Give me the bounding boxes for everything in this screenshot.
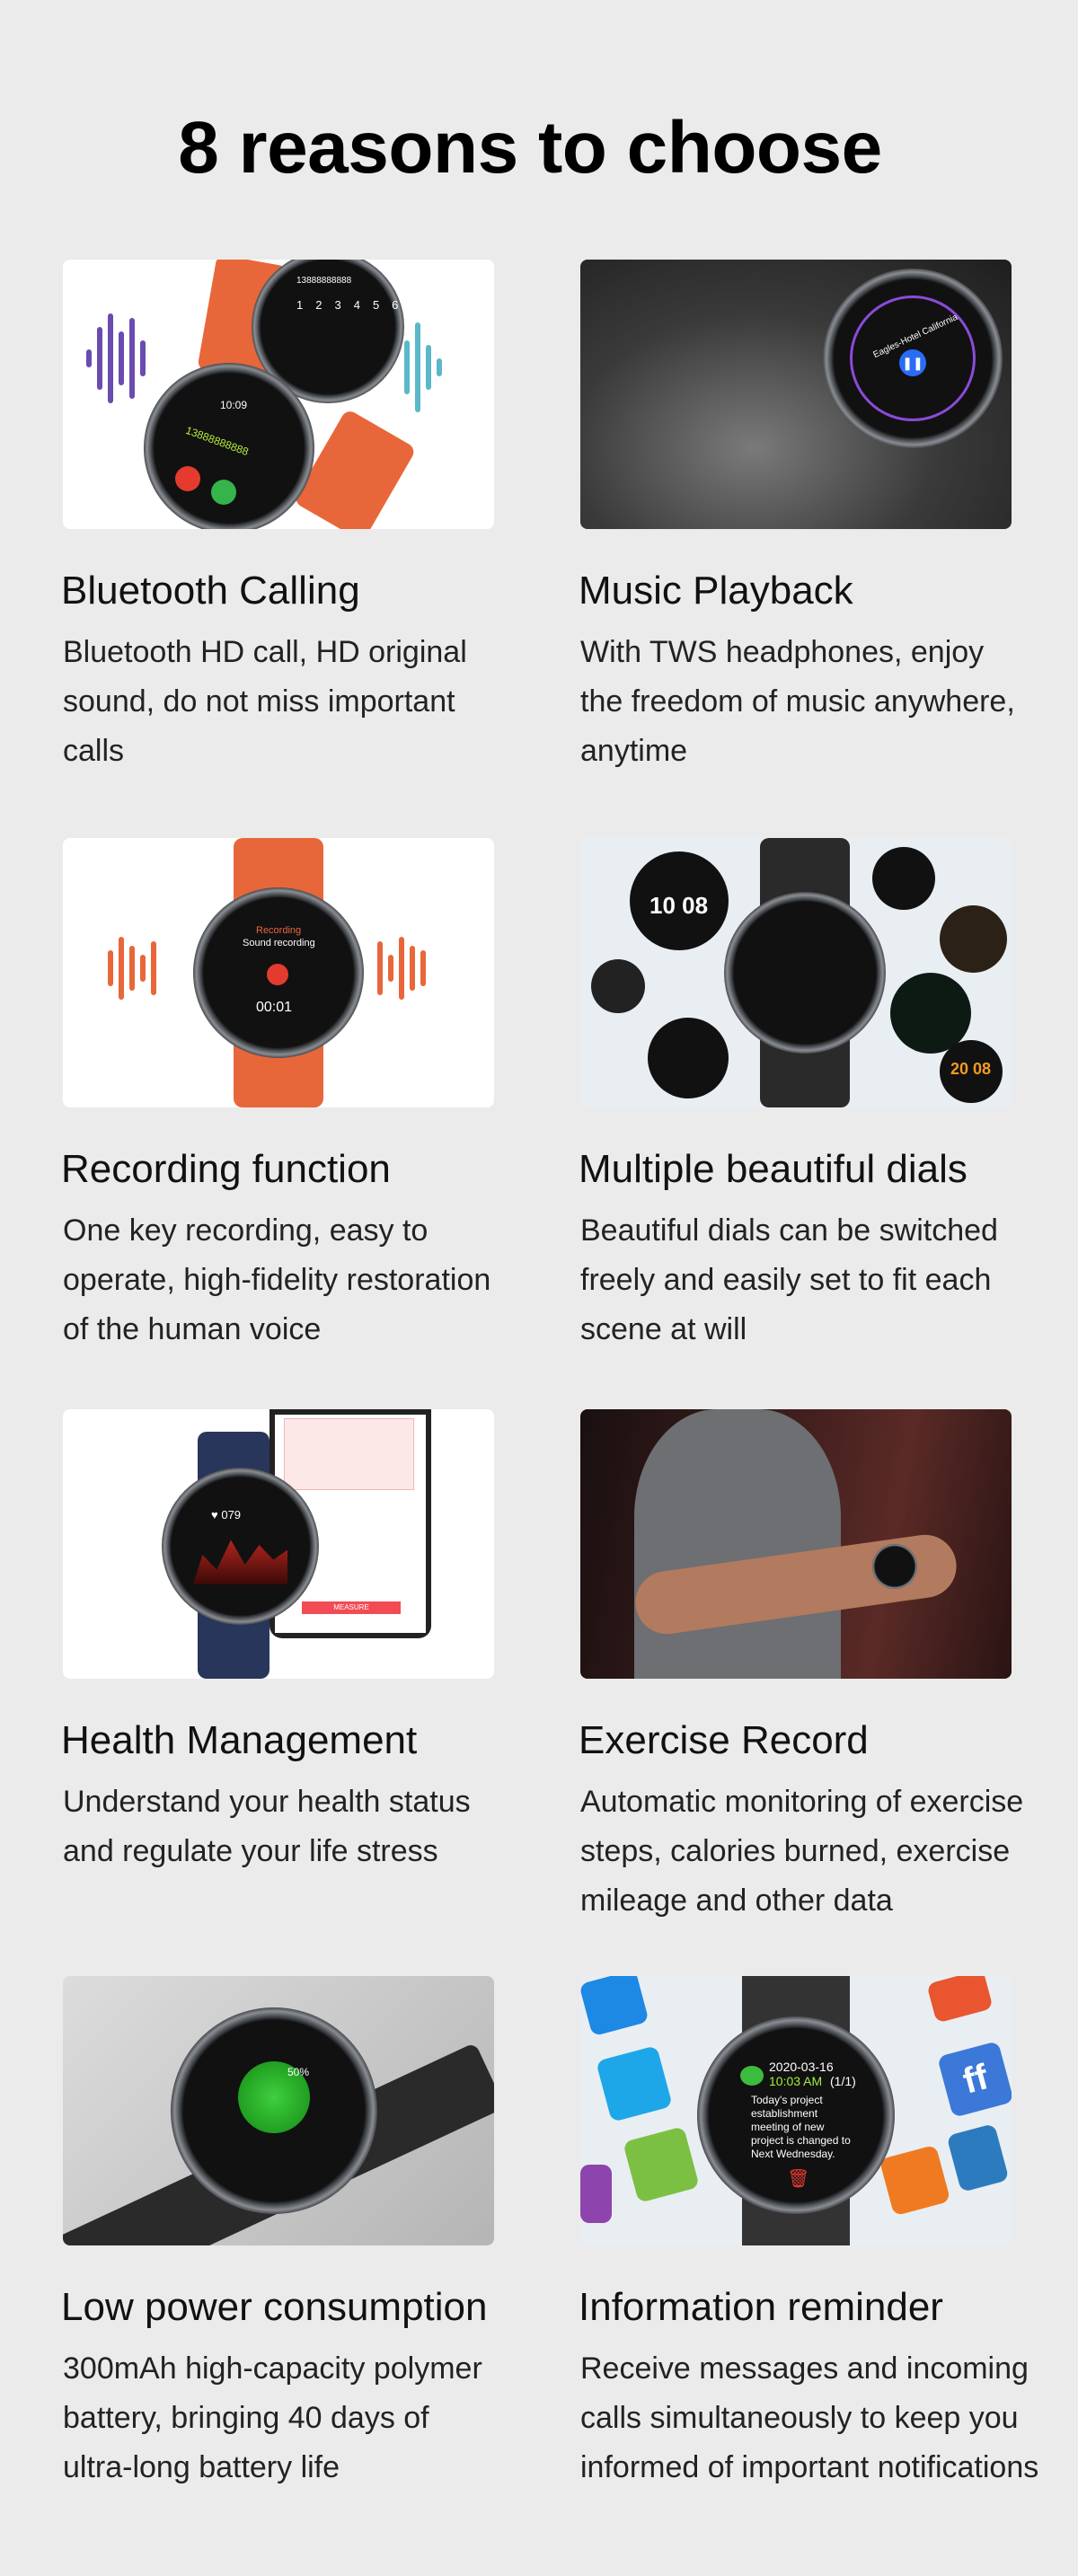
feature-recording: Recording Sound recording 00:01 Recordin… <box>61 838 539 1346</box>
music-playback-image: Eagles-Hotel California ❚❚ <box>580 260 1012 529</box>
feature-description: Receive messages and incoming calls simul… <box>580 2351 1039 2484</box>
sound-wave-left-icon <box>86 313 146 403</box>
feature-bluetooth-calling: 13888888888 1234567890+ 10:09 1388888888… <box>61 260 539 768</box>
notification-count: (1/1) <box>830 2074 856 2088</box>
low-power-image: 50% <box>63 1976 494 2245</box>
dials-image: 10 08 20 08 <box>580 838 1012 1107</box>
sound-wave-right-icon <box>377 937 426 1000</box>
health-image: MEASURE ♥ 079 <box>63 1409 494 1679</box>
feature-dials: 10 08 20 08 Multiple beautiful dials Bea… <box>579 838 1056 1346</box>
feature-heading: Information reminder <box>579 2285 943 2329</box>
notification-watch: 2020-03-16 10:03 AM (1/1) Today's projec… <box>697 2016 895 2214</box>
twitter-bird-app-icon <box>596 2045 673 2122</box>
trash-icon[interactable]: 🗑 <box>787 2167 809 2190</box>
notification-message: Today's project establishment meeting of… <box>751 2094 851 2160</box>
dial-keypad: 1234567890+ <box>296 298 494 312</box>
feature-heading: Low power consumption <box>61 2285 488 2329</box>
feature-description: With TWS headphones, enjoy the freedom of… <box>580 635 1015 768</box>
feature-heading: Bluetooth Calling <box>61 569 360 613</box>
feature-heading: Exercise Record <box>579 1718 869 1762</box>
dial-number: 13888888888 <box>296 276 352 286</box>
page-title: 8 reasons to choose <box>178 107 882 189</box>
music-watch: Eagles-Hotel California ❚❚ <box>823 269 1003 448</box>
heart-rate-watch: ♥ 079 <box>162 1468 319 1625</box>
feature-description: Automatic monitoring of exercise steps, c… <box>580 1785 1024 1918</box>
dial-colorful: 10 08 <box>630 851 729 950</box>
recording-sublabel: Sound recording <box>243 938 315 948</box>
heart-rate: ♥ 079 <box>211 1508 242 1522</box>
recording-image: Recording Sound recording 00:01 <box>63 838 494 1107</box>
feature-info-reminder: ff 2020-03-16 10:03 AM (1/1) Today's pro… <box>579 1976 1056 2484</box>
feature-heading: Health Management <box>61 1718 418 1762</box>
accept-call-icon <box>211 480 236 505</box>
notification-date: 2020-03-16 <box>769 2060 834 2074</box>
feature-description: One key recording, easy to operate, high-… <box>63 1213 491 1346</box>
sound-wave-left-icon <box>108 937 156 1000</box>
record-icon <box>267 964 288 985</box>
decline-call-icon <box>175 466 200 491</box>
call-time: 10:09 <box>220 399 248 411</box>
measure-button: MEASURE <box>302 1601 401 1614</box>
pause-icon: ❚❚ <box>899 349 926 376</box>
plus-app-icon <box>926 1976 994 2024</box>
feature-description: Beautiful dials can be switched freely an… <box>580 1213 998 1346</box>
feature-description: 300mAh high-capacity polymer battery, bri… <box>63 2351 482 2484</box>
battery-percent: 50% <box>287 2066 310 2078</box>
dial-sport: 20 08 <box>940 1040 1003 1103</box>
feature-description: Understand your health status and regulat… <box>63 1785 471 1868</box>
feature-heading: Multiple beautiful dials <box>579 1147 968 1191</box>
evernote-app-icon <box>623 2126 700 2203</box>
recording-watch: Recording Sound recording 00:01 <box>193 887 364 1058</box>
recording-label: Recording <box>256 925 302 936</box>
feature-heading: Music Playback <box>579 569 853 613</box>
instagram-app-icon <box>946 2122 1010 2193</box>
yahoo-app-icon <box>580 2165 612 2223</box>
recording-timer: 00:01 <box>256 1000 293 1015</box>
feature-low-power: 50% Low power consumption 300mAh high-ca… <box>61 1976 539 2484</box>
info-reminder-image: ff 2020-03-16 10:03 AM (1/1) Today's pro… <box>580 1976 1012 2245</box>
wechat-icon <box>740 2066 764 2086</box>
feature-description: Bluetooth HD call, HD original sound, do … <box>63 635 467 768</box>
caller-number: 13888888888 <box>183 423 251 459</box>
soundcloud-app-icon <box>879 2144 951 2217</box>
feature-music-playback: Eagles-Hotel California ❚❚ Music Playbac… <box>579 260 1056 768</box>
feature-exercise: Exercise Record Automatic monitoring of … <box>579 1409 1056 1918</box>
main-dial-watch <box>724 892 886 1054</box>
sound-wave-right-icon <box>404 322 442 412</box>
friendfeed-app-icon: ff <box>937 2041 1012 2118</box>
feature-heading: Recording function <box>61 1147 391 1191</box>
twitter-app-icon <box>580 1976 649 2037</box>
shirt <box>634 1409 841 1679</box>
calling-watch: 10:09 13888888888 <box>144 363 314 529</box>
feature-health: MEASURE ♥ 079 Health Management Understa… <box>61 1409 539 1868</box>
battery-watch: 50% <box>171 2007 377 2214</box>
exercise-image <box>580 1409 1012 1679</box>
bluetooth-calling-image: 13888888888 1234567890+ 10:09 1388888888… <box>63 260 494 529</box>
notification-time: 10:03 AM <box>769 2074 823 2088</box>
wrist-watch <box>872 1544 917 1589</box>
